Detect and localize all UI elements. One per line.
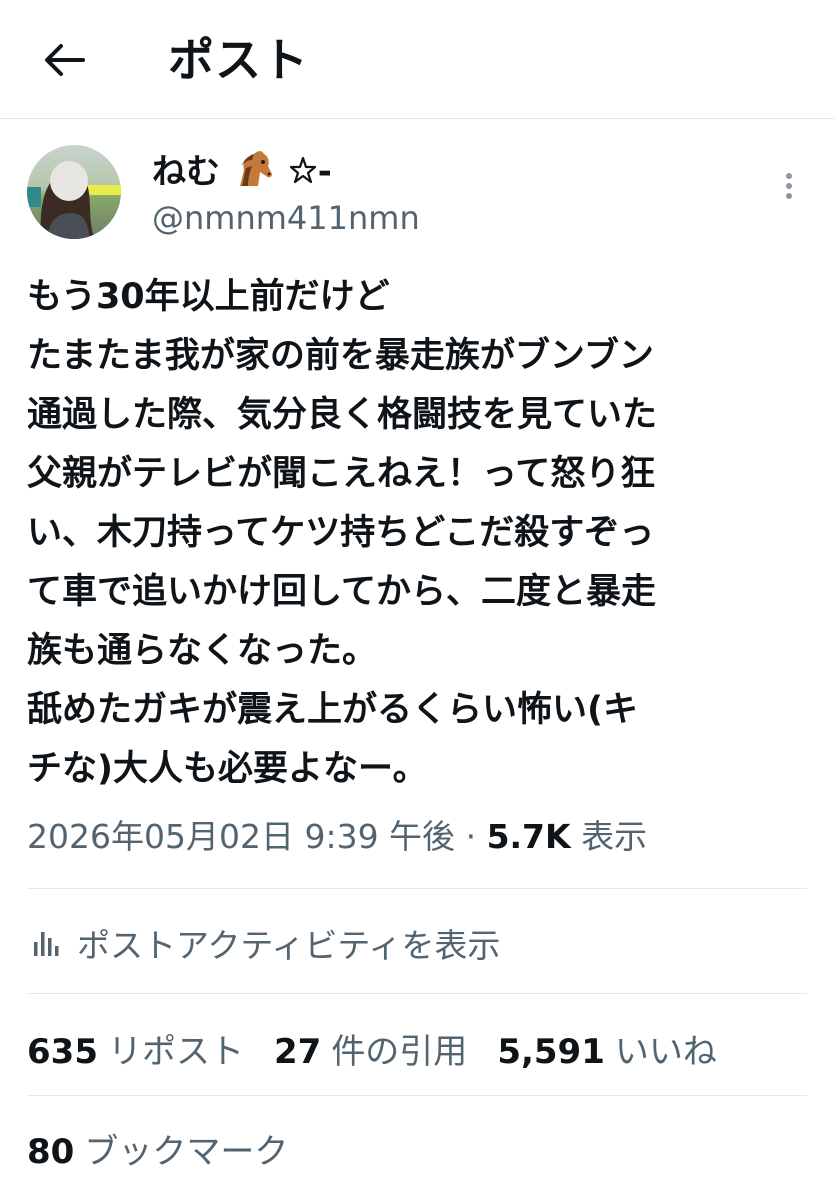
- author-display-name[interactable]: ねむ ‐: [152, 148, 332, 199]
- bookmarks-count: 80: [27, 1131, 75, 1172]
- horse-emoji-icon: [234, 148, 274, 199]
- page-title: ポスト: [168, 33, 309, 87]
- bookmarks-stat-inner: 80 ブックマーク: [27, 1124, 288, 1173]
- engagement-stats: 635 リポスト 27 件の引用 5,591 いいね: [27, 1018, 747, 1078]
- more-options-button[interactable]: [772, 164, 806, 208]
- post-meta: 2026年05月02日 9:39 午後 · 5.7K 表示: [27, 808, 647, 866]
- likes-stat[interactable]: 5,591 いいね: [497, 1024, 717, 1073]
- view-post-activity-link[interactable]: ポストアクティビティを表示: [27, 913, 500, 973]
- reposts-stat[interactable]: 635 リポスト: [27, 1024, 244, 1073]
- arrow-left-icon: [45, 44, 85, 76]
- views-count: 5.7K: [486, 817, 571, 856]
- more-dot: [786, 193, 792, 199]
- likes-label: いいね: [614, 1031, 717, 1072]
- post-text: もう30年以上前だけど たまたま我が家の前を暴走族がブンブン 通過した際、気分良…: [27, 277, 658, 789]
- avatar[interactable]: [27, 145, 121, 239]
- quotes-stat[interactable]: 27 件の引用: [274, 1024, 467, 1073]
- divider: [27, 993, 807, 994]
- bookmarks-label: ブックマーク: [84, 1131, 289, 1172]
- bookmarks-stat[interactable]: 80 ブックマーク: [27, 1118, 318, 1178]
- avatar-image: [27, 145, 121, 239]
- reposts-label: リポスト: [107, 1031, 244, 1072]
- activity-label: ポストアクティビティを表示: [77, 926, 501, 965]
- top-bar: ポスト: [0, 0, 835, 119]
- name-dash: ‐: [317, 152, 332, 192]
- back-button[interactable]: [40, 36, 88, 84]
- meta-separator: ·: [465, 817, 477, 856]
- views-label: 表示: [581, 817, 648, 856]
- more-dot: [786, 183, 792, 189]
- post-timestamp[interactable]: 2026年05月02日 9:39 午後: [27, 817, 455, 856]
- author-name-text: ねむ: [152, 152, 220, 192]
- author-handle[interactable]: @nmnm411nmn: [152, 197, 420, 239]
- reposts-count: 635: [27, 1031, 98, 1072]
- bar-chart-icon: [27, 923, 65, 963]
- quotes-count: 27: [273, 1031, 322, 1072]
- more-vertical-icon: [786, 173, 792, 179]
- divider: [27, 1095, 807, 1096]
- star-symbol-icon: [288, 152, 318, 196]
- divider: [27, 888, 807, 889]
- quotes-label: 件の引用: [331, 1031, 468, 1072]
- likes-count: 5,591: [497, 1031, 605, 1072]
